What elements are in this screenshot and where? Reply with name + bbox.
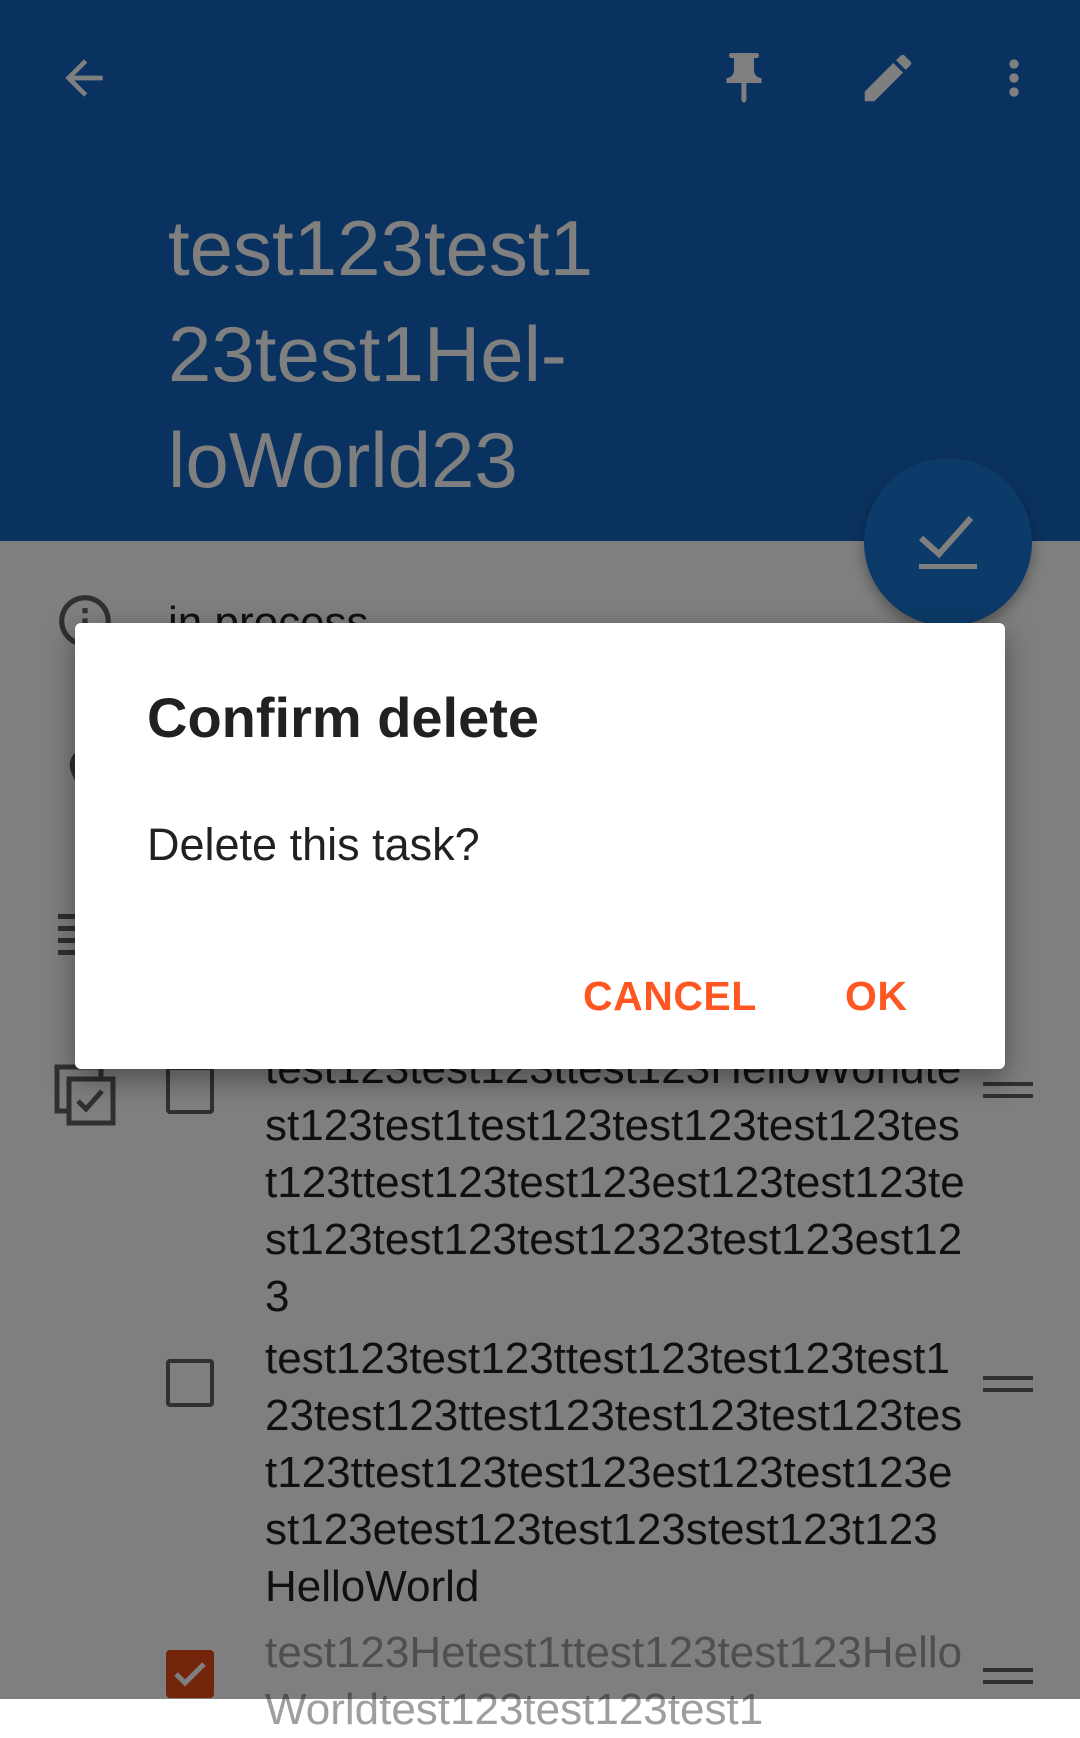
cancel-button[interactable]: CANCEL [571, 963, 769, 1030]
dialog-message: Delete this task? [147, 819, 480, 870]
ok-button[interactable]: OK [833, 963, 920, 1030]
dialog-title: Confirm delete [147, 686, 540, 749]
confirm-delete-dialog: Confirm delete Delete this task? CANCEL … [75, 623, 1005, 1069]
